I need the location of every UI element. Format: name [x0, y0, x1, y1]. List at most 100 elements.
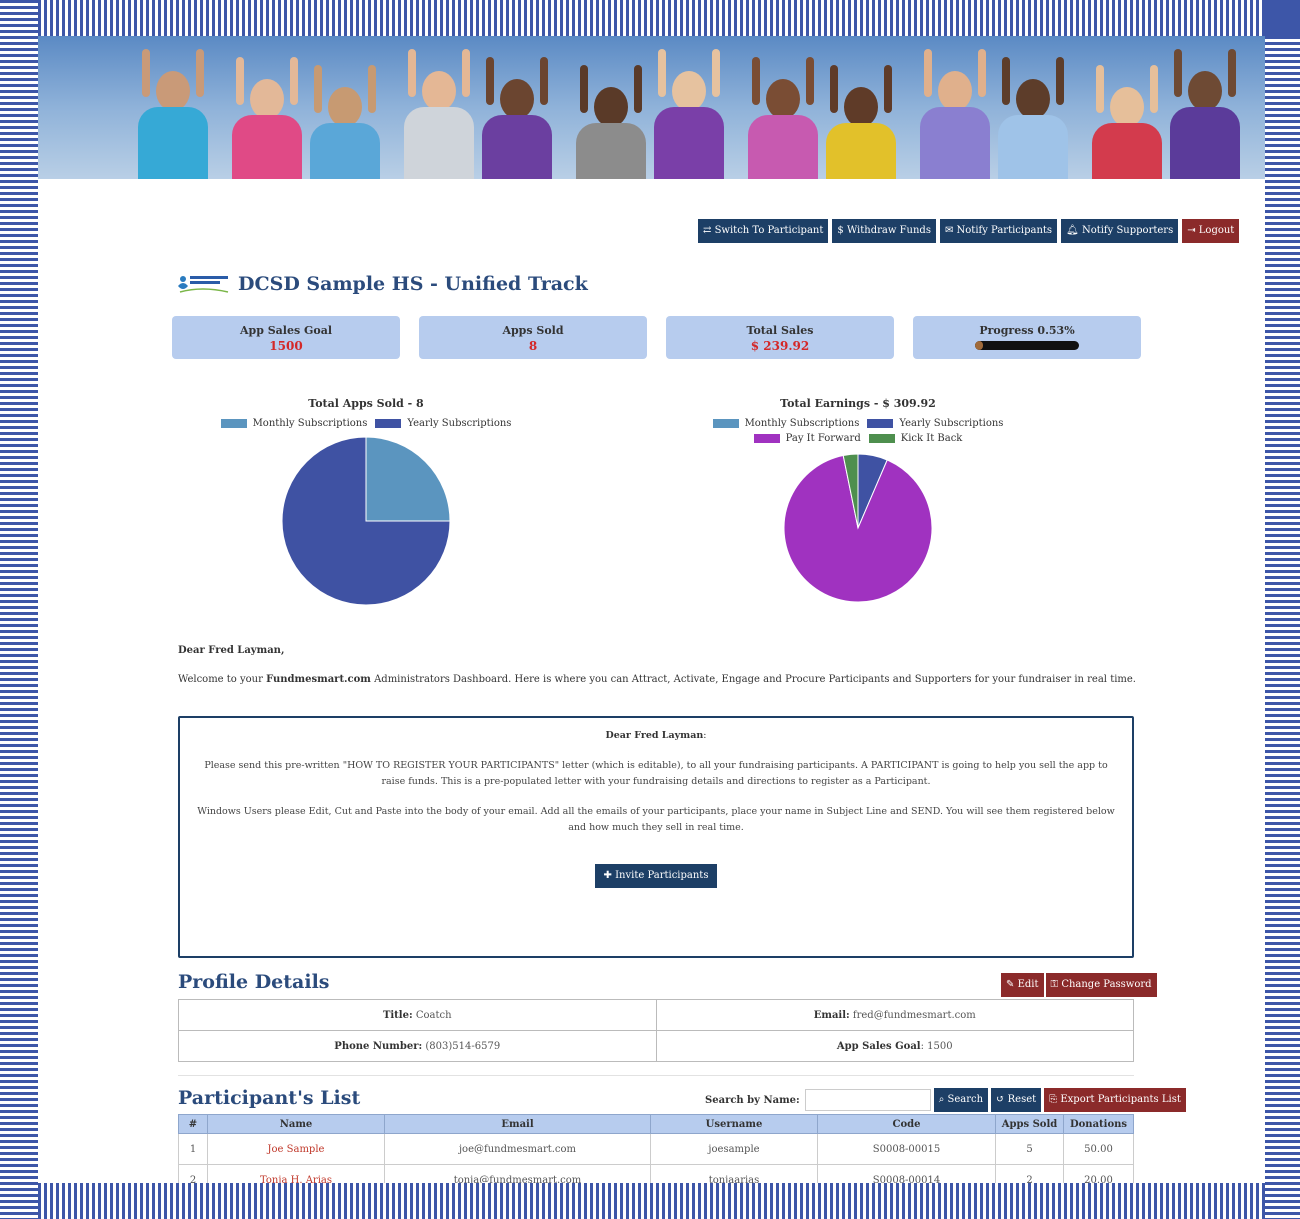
logout-button[interactable]: ⇥ Logout — [1182, 219, 1240, 243]
column-header: Email — [384, 1114, 651, 1134]
legend-swatch — [220, 419, 247, 428]
letter-paragraph: Windows Users please Edit, Cut and Paste… — [197, 806, 1115, 833]
banner-person — [482, 57, 552, 179]
search-input[interactable] — [804, 1089, 931, 1111]
banner-person-arm — [1228, 49, 1236, 97]
banner-person-head — [1110, 87, 1144, 127]
page-container: ⇄ Switch To Participant $ Withdraw Funds… — [38, 36, 1265, 1183]
banner-person — [748, 57, 818, 179]
banner-person — [920, 49, 990, 179]
notify-supporters-button[interactable]: 🔔︎ Notify Supporters — [1061, 219, 1179, 243]
banner-person-arm — [486, 57, 494, 105]
participant-email: joe@fundmesmart.com — [384, 1133, 651, 1165]
banner-person-arm — [924, 49, 932, 97]
stat-label: Progress 0.53% — [979, 324, 1075, 337]
dollar-icon: $ — [837, 225, 844, 236]
edit-profile-button[interactable]: ✎ Edit — [1001, 973, 1044, 997]
export-participants-button[interactable]: ⎘ Export Participants List — [1044, 1088, 1186, 1112]
participant-name-link[interactable]: Tonja H. Arias — [207, 1164, 385, 1183]
invite-participants-button[interactable]: ✚ Invite Participants — [594, 864, 718, 888]
banner-person — [1170, 49, 1240, 179]
chart-legend: Monthly Subscriptions Yearly Subscription… — [678, 418, 1038, 444]
school-district-logo — [178, 276, 229, 293]
banner-person — [404, 49, 474, 179]
participant-username: joesample — [650, 1133, 818, 1165]
banner-person-shirt — [920, 107, 990, 179]
pie-chart — [783, 453, 933, 603]
banner-person-head — [422, 71, 456, 111]
switch-participant-button[interactable]: ⇄ Switch To Participant — [698, 219, 829, 243]
invite-participants-label: Invite Participants — [615, 870, 709, 881]
profile-actions: ✎ Edit ⚿ Change Password — [1001, 973, 1157, 997]
legend-item[interactable]: Monthly Subscriptions — [220, 418, 367, 429]
reset-button[interactable]: ↺ Reset — [991, 1088, 1042, 1112]
table-row: 2 Tonja H. Arias tonja@fundmesmart.com t… — [178, 1164, 1134, 1183]
banner-person-arm — [752, 57, 760, 105]
stat-value: $ 239.92 — [750, 339, 810, 353]
legend-label: Monthly Subscriptions — [744, 418, 860, 429]
legend-swatch — [868, 434, 895, 443]
banner-person-head — [672, 71, 706, 111]
banner-person-shirt — [826, 123, 896, 179]
search-button[interactable]: ⌕ Search — [933, 1088, 989, 1112]
participant-search: Search by Name: ⌕ Search ↺ Reset ⎘ Expor… — [705, 1088, 1186, 1112]
greeting-name: Dear Fred Layman, — [178, 645, 285, 656]
banner-person — [826, 65, 896, 179]
banner-person-shirt — [404, 107, 474, 179]
banner-person-shirt — [998, 115, 1068, 179]
participants-section-title: Participant's List — [178, 1087, 361, 1109]
legend-item[interactable]: Monthly Subscriptions — [712, 418, 860, 429]
banner-person-arm — [884, 65, 892, 113]
brand-name: Fundmesmart.com — [266, 674, 371, 685]
letter-greeting: Dear Fred Layman: — [196, 728, 1116, 744]
stat-cards: App Sales Goal 1500 Apps Sold 8 Total Sa… — [172, 316, 1141, 359]
row-number: 2 — [178, 1164, 208, 1183]
withdraw-funds-button[interactable]: $ Withdraw Funds — [832, 219, 936, 243]
field-value: (803)514-6579 — [425, 1040, 501, 1052]
progress-fill — [975, 341, 984, 350]
stat-value: 8 — [528, 339, 538, 353]
stat-card-apps-sold: Apps Sold 8 — [419, 316, 647, 359]
legend-item[interactable]: Yearly Subscriptions — [375, 418, 511, 429]
logout-label: Logout — [1198, 225, 1235, 236]
field-label: Email: — [813, 1009, 850, 1021]
welcome-text: Welcome to your Fundmesmart.com Administ… — [178, 674, 1136, 685]
pie-chart — [281, 436, 451, 606]
row-number: 1 — [178, 1133, 208, 1165]
banner-person-head — [156, 71, 190, 111]
legend-item[interactable]: Kick It Back — [868, 433, 962, 444]
pie-slice[interactable] — [365, 436, 451, 522]
envelope-icon: ✉ — [944, 225, 954, 236]
field-value: fred@fundmesmart.com — [852, 1009, 976, 1021]
participant-donations: 20.00 — [1063, 1164, 1134, 1183]
participant-name-link[interactable]: Joe Sample — [207, 1133, 385, 1165]
stat-value: 1500 — [269, 339, 303, 353]
profile-cell-phone: Phone Number: (803)514-6579 — [178, 1030, 657, 1062]
search-icon: ⌕ — [938, 1094, 945, 1105]
banner-person-shirt — [138, 107, 208, 179]
banner-person-arm — [462, 49, 470, 97]
stat-label: Total Sales — [746, 324, 814, 337]
top-border — [38, 0, 1265, 36]
column-header: Username — [650, 1114, 818, 1134]
export-button-label: Export Participants List — [1060, 1094, 1181, 1105]
banner-person-arm — [978, 49, 986, 97]
participant-apps-sold: 2 — [995, 1164, 1064, 1183]
banner-person-shirt — [1170, 107, 1240, 179]
stat-label: App Sales Goal — [239, 324, 333, 337]
banner-person — [576, 65, 646, 179]
column-header: # — [178, 1114, 208, 1134]
legend-item[interactable]: Pay It Forward — [753, 433, 861, 444]
legend-item[interactable]: Yearly Subscriptions — [867, 418, 1003, 429]
switch-participant-label: Switch To Participant — [714, 225, 824, 236]
stat-card-goal: App Sales Goal 1500 — [172, 316, 400, 359]
column-header: Donations — [1063, 1114, 1134, 1134]
banner-person-shirt — [654, 107, 724, 179]
column-header: Apps Sold — [995, 1114, 1064, 1134]
export-file-icon: ⎘ — [1049, 1094, 1058, 1105]
table-row: 1 Joe Sample joe@fundmesmart.com joesamp… — [178, 1133, 1134, 1165]
key-icon: ⚿ — [1050, 979, 1059, 990]
notify-participants-button[interactable]: ✉ Notify Participants — [939, 219, 1058, 243]
change-password-button[interactable]: ⚿ Change Password — [1045, 973, 1157, 997]
school-header: DCSD Sample HS - Unified Track — [176, 272, 588, 296]
